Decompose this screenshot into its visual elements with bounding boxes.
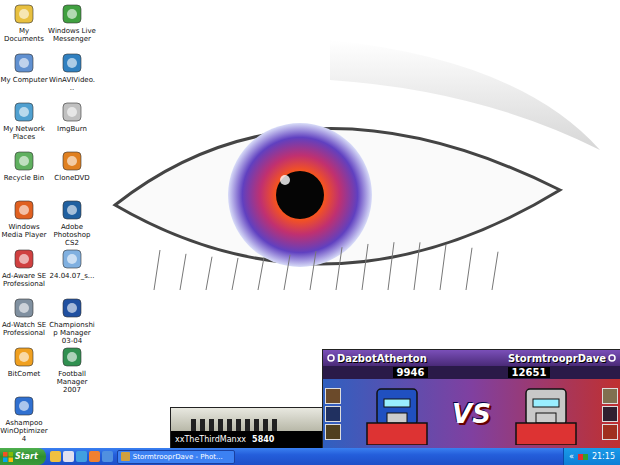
icon-label: Adobe Photoshop CS2: [48, 223, 96, 247]
program-icon: [60, 247, 84, 271]
icon-label: 24.04.07_s...: [50, 272, 95, 280]
program-icon: [12, 394, 36, 418]
versus-gamercard[interactable]: DazbotAtherton StormtrooprDave 9946 12651 VS: [322, 349, 620, 448]
network-icon[interactable]: [578, 452, 588, 462]
gamercard-bar: xxTheThirdManxx 5840: [171, 431, 322, 448]
gamercard-banner: [171, 408, 322, 431]
icon-label: My Computer: [0, 76, 47, 84]
avatar-thumb: [325, 424, 341, 440]
program-icon: [60, 198, 84, 222]
avatar-thumb: [325, 388, 341, 404]
robot-icon: [511, 383, 581, 445]
avatar-thumb: [602, 424, 618, 440]
start-button[interactable]: Start: [0, 448, 46, 465]
icon-label: Ad-Aware SE Professional: [0, 272, 48, 288]
program-icon: [60, 100, 84, 124]
robot-icon: [362, 383, 432, 445]
gamertag: StormtrooprDave: [508, 353, 616, 364]
avatar-thumb: [602, 406, 618, 422]
desktop-icon[interactable]: Championship Manager 03-04: [48, 296, 96, 345]
desktop-icon[interactable]: Recycle Bin: [0, 149, 48, 198]
desktop-icon[interactable]: ImgBurn: [48, 100, 96, 149]
desktop-icon[interactable]: BitComet: [0, 345, 48, 394]
icon-label: My Documents: [0, 27, 48, 43]
icon-label: Football Manager 2007: [48, 370, 96, 394]
icon-label: Windows Media Player: [0, 223, 48, 239]
desktop-icon[interactable]: Ad-Watch SE Professional: [0, 296, 48, 345]
vs-label: VS: [452, 399, 491, 429]
desktop-icon[interactable]: WinAVIVideo...: [48, 51, 96, 100]
gamertag: xxTheThirdManxx: [175, 435, 246, 444]
icon-label: Ashampoo WinOptimizer 4: [0, 419, 48, 443]
program-icon: [12, 345, 36, 369]
avatar-thumb: [325, 406, 341, 422]
icon-label: BitComet: [8, 370, 41, 378]
program-icon: [12, 100, 36, 124]
desktop-icon[interactable]: CloneDVD: [48, 149, 96, 198]
xbox-icon: [608, 354, 616, 362]
gamertag: DazbotAtherton: [327, 353, 427, 364]
quick-launch-icon[interactable]: [63, 451, 74, 462]
desktop-icon[interactable]: Ad-Aware SE Professional: [0, 247, 48, 296]
clock: 21:15: [592, 452, 615, 461]
program-icon: [60, 149, 84, 173]
program-icon: [60, 2, 84, 26]
desktop-icon[interactable]: Football Manager 2007: [48, 345, 96, 394]
quick-launch-icon[interactable]: [102, 451, 113, 462]
icon-label: My Network Places: [0, 125, 48, 141]
desktop: My Documents My Computer My Network Places…: [0, 0, 620, 448]
quick-launch-icon[interactable]: [89, 451, 100, 462]
desktop-icon[interactable]: My Documents: [0, 2, 48, 51]
quick-launch: [50, 451, 113, 462]
program-icon: [12, 2, 36, 26]
desktop-icon[interactable]: Windows Live Messenger: [48, 2, 96, 51]
gamerscore: 12651: [508, 367, 551, 378]
program-icon: [60, 345, 84, 369]
desktop-icon[interactable]: Windows Media Player: [0, 198, 48, 247]
task-button[interactable]: StormtrooprDave - Phot...: [117, 450, 235, 464]
program-icon: [60, 296, 84, 320]
icon-label: Recycle Bin: [4, 174, 44, 182]
taskbar: Start StormtrooprDave - Phot... « 21:15: [0, 448, 620, 465]
icon-label: WinAVIVideo...: [48, 76, 96, 92]
icon-label: ImgBurn: [57, 125, 87, 133]
tray-expand-button[interactable]: «: [569, 452, 574, 461]
screen: My Documents My Computer My Network Places…: [0, 0, 620, 465]
gamercard[interactable]: xxTheThirdManxx 5840: [170, 407, 323, 448]
soldiers-icon: [171, 417, 321, 431]
system-tray: « 21:15: [563, 448, 620, 465]
desktop-icon[interactable]: Adobe Photoshop CS2: [48, 198, 96, 247]
icon-label: CloneDVD: [54, 174, 89, 182]
avatar-strip: [325, 388, 341, 440]
icon-label: Windows Live Messenger: [48, 27, 96, 43]
icon-label: Championship Manager 03-04: [48, 321, 96, 345]
windows-logo-icon: [3, 452, 13, 462]
desktop-icon[interactable]: My Computer: [0, 51, 48, 100]
gamerscore: 5840: [252, 435, 274, 444]
desktop-icon[interactable]: My Network Places: [0, 100, 48, 149]
gamerscore: 9946: [393, 367, 429, 378]
score-row: 9946 12651: [323, 366, 620, 379]
xbox-icon: [327, 354, 335, 362]
quick-launch-icon[interactable]: [76, 451, 87, 462]
program-icon: [12, 247, 36, 271]
program-icon: [12, 198, 36, 222]
quick-launch-icon[interactable]: [50, 451, 61, 462]
avatar-thumb: [602, 388, 618, 404]
program-icon: [60, 51, 84, 75]
desktop-icon[interactable]: 24.04.07_s...: [48, 247, 96, 296]
desktop-icon[interactable]: Ashampoo WinOptimizer 4: [0, 394, 48, 443]
program-icon: [12, 296, 36, 320]
photoshop-icon: [121, 452, 130, 461]
program-icon: [12, 51, 36, 75]
program-icon: [12, 149, 36, 173]
icon-label: Ad-Watch SE Professional: [0, 321, 48, 337]
avatar-strip: [602, 388, 618, 440]
versus-arena: VS: [323, 379, 620, 448]
versus-header: DazbotAtherton StormtrooprDave: [323, 350, 620, 366]
